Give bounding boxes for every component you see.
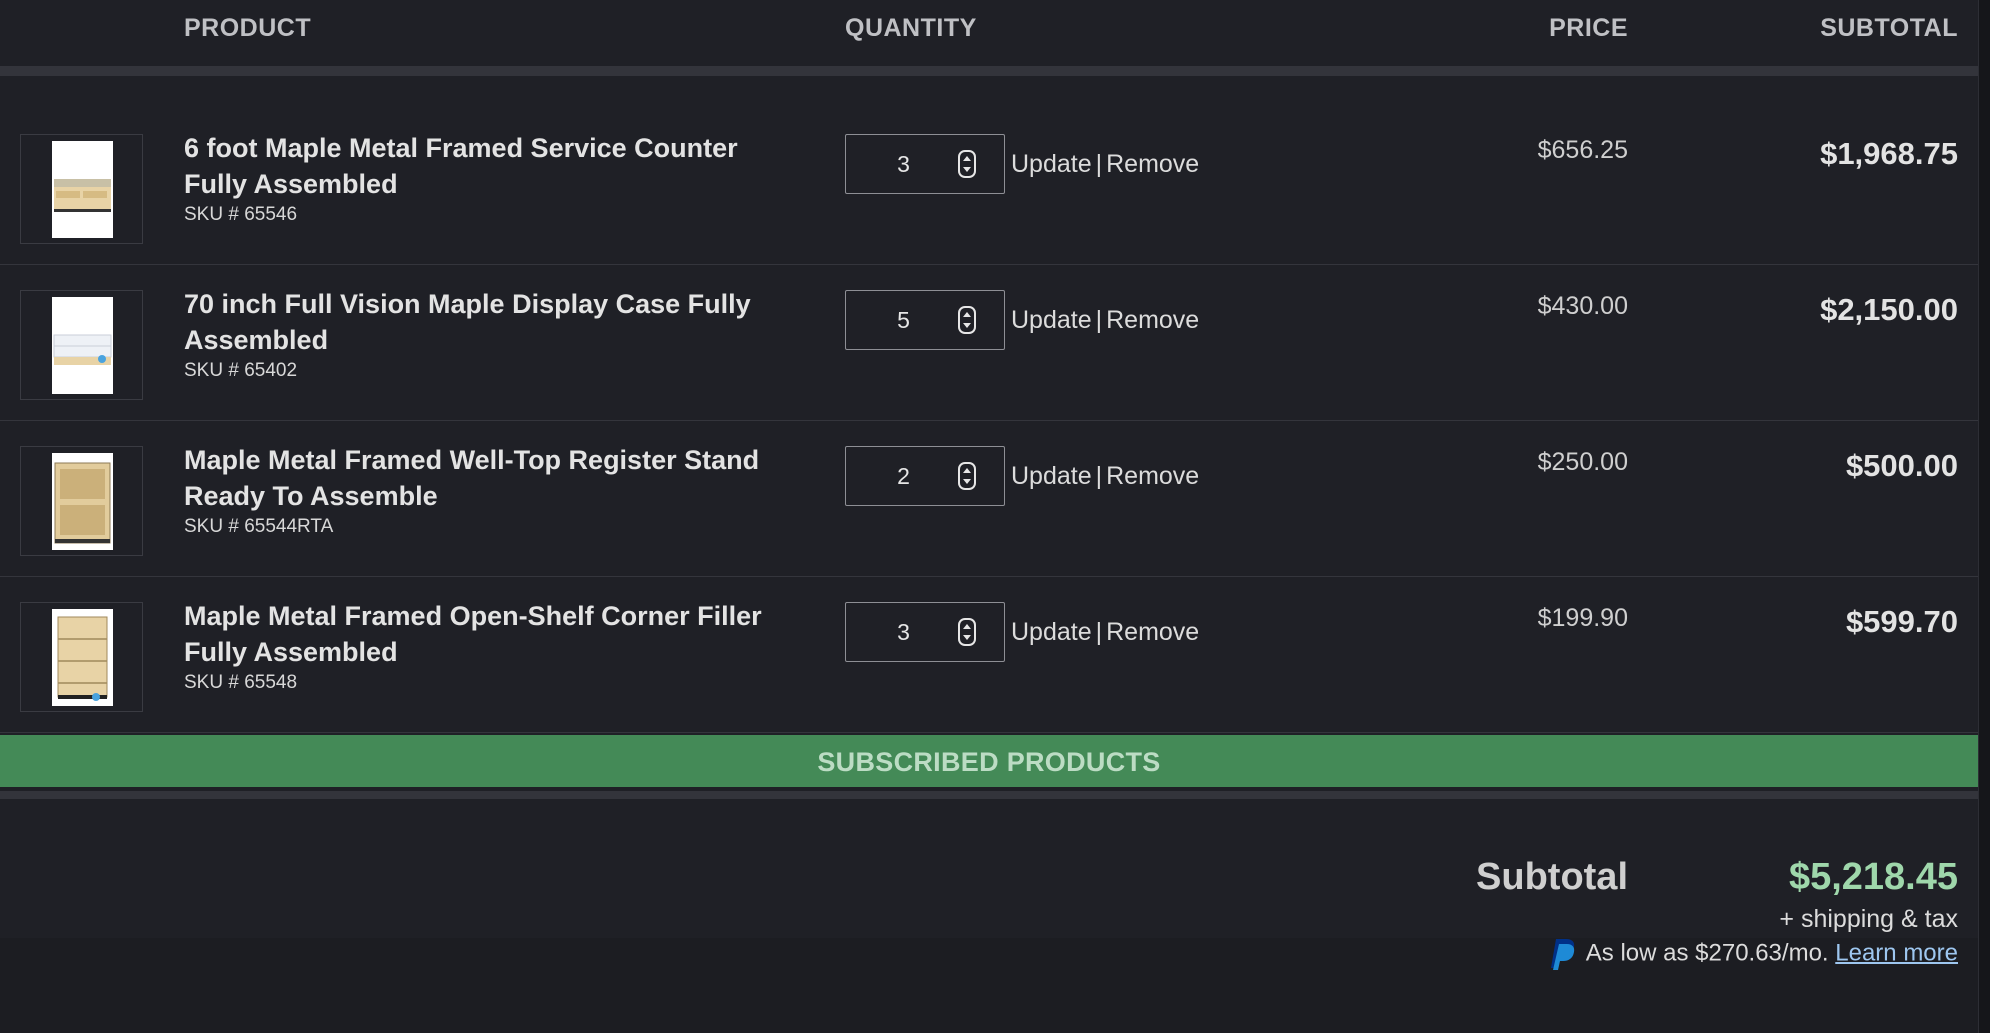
update-link[interactable]: Update [1011, 462, 1092, 490]
product-sku: SKU # 65402 [184, 360, 298, 381]
product-name[interactable]: 70 inch Full Vision Maple Display Case F… [184, 286, 784, 358]
subtotal-label: Subtotal [1476, 856, 1628, 898]
update-link[interactable]: Update [1011, 306, 1092, 334]
row-actions: Update | Remove [1011, 618, 1200, 646]
corner-filler-image [52, 609, 113, 706]
quantity-value: 5 [897, 307, 910, 333]
row-subtotal: $1,968.75 [1820, 136, 1958, 171]
up-down-stepper-icon[interactable] [958, 618, 976, 646]
cart-row: Maple Metal Framed Open-Shelf Corner Fil… [0, 576, 1978, 733]
update-link[interactable]: Update [1011, 150, 1092, 178]
header-quantity: QUANTITY [845, 14, 977, 42]
cart-header: PRODUCT QUANTITY PRICE SUBTOTAL [0, 0, 1978, 66]
header-divider [0, 66, 1978, 76]
product-image [52, 297, 113, 394]
row-actions: Update | Remove [1011, 150, 1200, 178]
cart-page: PRODUCT QUANTITY PRICE SUBTOTAL 6 foot M… [0, 0, 1978, 1033]
quantity-input[interactable]: 5 [845, 290, 1005, 350]
header-product: PRODUCT [184, 14, 312, 42]
shipping-tax-note: + shipping & tax [1779, 905, 1958, 933]
row-subtotal: $500.00 [1845, 448, 1958, 483]
product-image [52, 453, 113, 550]
quantity-value: 3 [897, 619, 910, 645]
product-thumbnail[interactable] [20, 134, 143, 244]
cart-row: Maple Metal Framed Well-Top Register Sta… [0, 420, 1978, 577]
register-stand-image [52, 453, 113, 550]
quantity-input[interactable]: 2 [845, 446, 1005, 506]
subscribed-products-label: SUBSCRIBED PRODUCTS [817, 747, 1161, 777]
header-subtotal: SUBTOTAL [1820, 14, 1958, 42]
cart-row: 70 inch Full Vision Maple Display Case F… [0, 264, 1978, 421]
unit-price: $430.00 [1537, 292, 1628, 320]
remove-link[interactable]: Remove [1106, 150, 1199, 178]
update-link[interactable]: Update [1011, 618, 1092, 646]
quantity-value: 3 [897, 151, 910, 177]
product-sku: SKU # 65544RTA [184, 516, 334, 537]
product-name[interactable]: Maple Metal Framed Well-Top Register Sta… [184, 442, 784, 514]
up-down-stepper-icon[interactable] [958, 150, 976, 178]
display-case-image [52, 297, 113, 394]
quantity-input[interactable]: 3 [845, 134, 1005, 194]
quantity-value: 2 [897, 463, 910, 489]
product-thumbnail[interactable] [20, 290, 143, 400]
row-actions: Update | Remove [1011, 462, 1200, 490]
remove-link[interactable]: Remove [1106, 618, 1199, 646]
header-price: PRICE [1549, 14, 1628, 42]
paypal-text: As low as $270.63/mo. [1585, 939, 1829, 967]
quantity-input[interactable]: 3 [845, 602, 1005, 662]
unit-price: $199.90 [1537, 604, 1628, 632]
paypal-icon [1550, 939, 1574, 970]
scrollbar[interactable] [1978, 0, 1990, 1033]
product-sku: SKU # 65546 [184, 204, 298, 225]
product-name[interactable]: 6 foot Maple Metal Framed Service Counte… [184, 130, 784, 202]
unit-price: $250.00 [1537, 448, 1628, 476]
subscribed-products-banner[interactable]: SUBSCRIBED PRODUCTS [0, 735, 1978, 787]
product-sku: SKU # 65548 [184, 672, 298, 693]
learn-more-link[interactable]: Learn more [1835, 939, 1958, 966]
remove-link[interactable]: Remove [1106, 306, 1199, 334]
paypal-financing: As low as $270.63/mo. Learn more [1548, 937, 1958, 971]
up-down-stepper-icon[interactable] [958, 306, 976, 334]
cart-row: 6 foot Maple Metal Framed Service Counte… [0, 108, 1978, 265]
product-thumbnail[interactable] [20, 602, 143, 712]
row-actions: Update | Remove [1011, 306, 1200, 334]
row-subtotal: $2,150.00 [1820, 292, 1958, 327]
row-subtotal: $599.70 [1845, 604, 1958, 639]
product-image [52, 609, 113, 706]
subtotal-value: $5,218.45 [1788, 856, 1958, 898]
service-counter-image [52, 141, 113, 238]
product-image [52, 141, 113, 238]
remove-link[interactable]: Remove [1106, 462, 1199, 490]
up-down-stepper-icon[interactable] [958, 462, 976, 490]
unit-price: $656.25 [1537, 136, 1628, 164]
subscribed-divider [0, 791, 1978, 799]
product-name[interactable]: Maple Metal Framed Open-Shelf Corner Fil… [184, 598, 784, 670]
product-thumbnail[interactable] [20, 446, 143, 556]
